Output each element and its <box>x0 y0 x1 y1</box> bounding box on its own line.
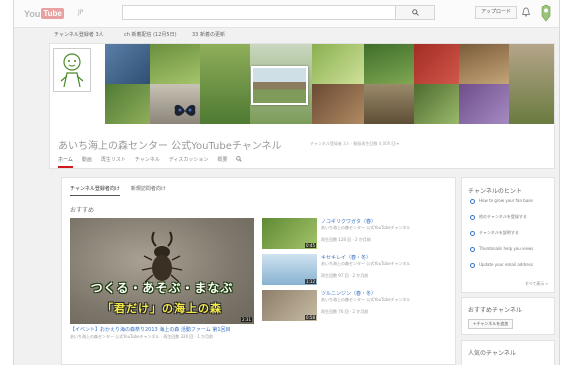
browser-frame: You Tube JP アップロード チャンネル登録者 3人 ch 新着配信 (… <box>13 0 560 365</box>
video-duration: 0:45 <box>305 243 316 248</box>
video-title[interactable]: ツルニンジン（春・冬） <box>321 290 376 297</box>
featured-channels-title: おすすめチャンネル <box>468 307 522 314</box>
tip-label: Thumbnails help you views <box>479 246 534 251</box>
video-title[interactable]: キセキレイ（春・冬） <box>321 254 371 261</box>
video-meta: 再生回数 76 回 · 2 か月前 <box>321 309 369 314</box>
section-title: おすすめ <box>70 207 95 214</box>
video-overlay-line2: 「君だけ」の海上の森 <box>102 302 222 315</box>
view-as-tabs: チャンネル登録者向け 新規訪問者向け <box>70 185 166 196</box>
upload-button[interactable]: アップロード <box>475 6 518 19</box>
notification-bell-icon[interactable] <box>521 7 531 17</box>
youtube-logo[interactable]: You Tube <box>24 8 64 19</box>
tip-circle-icon <box>470 199 475 204</box>
tip-item[interactable]: チャンネルを説明する <box>470 230 550 236</box>
tab-home[interactable]: ホーム <box>58 156 73 168</box>
tip-circle-icon <box>470 247 475 252</box>
logo-you-text: You <box>24 8 41 19</box>
tab-playlists[interactable]: 再生リスト <box>101 156 126 168</box>
popular-channels-title: 人気のチャンネル <box>468 350 516 357</box>
channel-content: チャンネル登録者向け 新規訪問者向け おすすめ つくる・あそぶ・まなぶ 「君だけ… <box>61 177 456 365</box>
channel-subscriber-info[interactable]: チャンネル登録者 3人 · 動画再生回数 4,000 回 ▾ <box>310 141 399 147</box>
tab-about[interactable]: 概要 <box>217 156 227 168</box>
tip-item[interactable]: Update your email address <box>470 262 550 268</box>
tip-label: Update your email address <box>479 262 534 267</box>
featured-video-meta: あいち海上の森センター 公式YouTubeチャンネル · 再生回数 320 回 … <box>70 334 214 339</box>
locale-label: JP <box>78 9 84 16</box>
video-thumbnail[interactable]: 1:12 <box>262 254 317 285</box>
featured-video-title[interactable]: 【イベント】おかえり海の森祭り2013 海上の森 活動ファーム 第1回目 <box>70 326 254 333</box>
tips-title: チャンネルのヒント <box>468 188 522 195</box>
video-meta: 再生回数 97 回 · 2 か月前 <box>321 273 369 278</box>
butterfly-icon <box>174 104 196 116</box>
tip-circle-icon <box>470 231 475 236</box>
account-avatar-icon[interactable] <box>539 4 553 22</box>
search-input[interactable] <box>122 5 414 20</box>
video-item[interactable]: 0:45 ノコギリクワガタ（春） あいち海上の森センター 公式YouTubeチャ… <box>262 218 452 252</box>
top-bar: You Tube JP アップロード <box>14 0 559 28</box>
video-thumbnail[interactable]: 0:45 <box>262 218 317 249</box>
video-title[interactable]: ノコギリクワガタ（春） <box>321 218 376 225</box>
channel-tips-panel: チャンネルのヒント How to grow your fan base 他のチャ… <box>461 177 555 293</box>
tab-discussion[interactable]: ディスカッション <box>169 156 209 168</box>
channel-search-icon[interactable] <box>236 156 243 162</box>
tab-videos[interactable]: 動画 <box>82 156 92 168</box>
tab-new-visitors-view[interactable]: 新規訪問者向け <box>131 185 166 196</box>
logo-tube-text: Tube <box>41 8 64 19</box>
mascot-icon <box>60 53 84 88</box>
channel-tabs: ホーム 動画 再生リスト チャンネル ディスカッション 概要 <box>58 156 243 168</box>
tip-label: 他のチャンネルを登録する <box>479 214 527 219</box>
video-meta: 再生回数 128 回 · 2 か月前 <box>321 237 371 242</box>
video-overlay-line1: つくる・あそぶ・まなぶ <box>90 281 234 295</box>
tip-label: How to grow your fan base <box>479 198 533 203</box>
video-item[interactable]: 0:58 ツルニンジン（春・冬） あいち海上の森センター 公式YouTubeチャ… <box>262 290 452 324</box>
tip-item[interactable]: Thumbnails help you views <box>470 246 550 252</box>
channel-title: あいち海上の森センター 公式YouTubeチャンネル <box>58 141 282 152</box>
tip-label: チャンネルを説明する <box>479 230 519 235</box>
video-duration: 0:58 <box>305 315 316 320</box>
video-duration: 2:31 <box>241 317 252 322</box>
guide-item-new-uploads[interactable]: ch 新着配信 (12月5日) <box>124 31 177 38</box>
stag-beetle-image <box>141 231 183 283</box>
video-description: あいち海上の森センター 公式YouTubeチャンネル <box>321 261 411 266</box>
video-thumbnail[interactable]: 0:58 <box>262 290 317 321</box>
channel-banner <box>50 44 554 124</box>
banner-photo-inset <box>251 66 308 105</box>
tip-item[interactable]: How to grow your fan base <box>470 198 550 204</box>
video-duration: 1:12 <box>305 279 316 284</box>
popular-channels-panel: 人気のチャンネル <box>461 340 555 365</box>
guide-item-subscribers[interactable]: チャンネル登録者 3人 <box>54 31 104 38</box>
tip-circle-icon <box>470 215 475 220</box>
tab-subscribers-view[interactable]: チャンネル登録者向け <box>70 185 120 196</box>
video-item[interactable]: 1:12 キセキレイ（春・冬） あいち海上の森センター 公式YouTubeチャン… <box>262 254 452 288</box>
channel-header: あいち海上の森センター 公式YouTubeチャンネル チャンネル登録者 3人 ·… <box>49 43 555 169</box>
guide-item-updates[interactable]: 33 新着の更新 <box>192 31 225 38</box>
tab-channels[interactable]: チャンネル <box>135 156 160 168</box>
video-description: あいち海上の森センター 公式YouTubeチャンネル <box>321 297 411 302</box>
tips-show-all-link[interactable]: すべて表示 » <box>525 281 548 287</box>
guide-bar: チャンネル登録者 3人 ch 新着配信 (12月5日) 33 新着の更新 <box>14 28 559 42</box>
channel-avatar[interactable] <box>53 48 91 92</box>
search-icon <box>411 9 419 16</box>
add-channel-button[interactable]: +チャンネルを追加 <box>468 319 514 329</box>
search-button[interactable] <box>395 5 435 20</box>
video-description: あいち海上の森センター 公式YouTubeチャンネル <box>321 225 411 230</box>
featured-channels-panel: おすすめチャンネル +チャンネルを追加 <box>461 297 555 335</box>
featured-video-player[interactable]: つくる・あそぶ・まなぶ 「君だけ」の海上の森 2:31 <box>70 218 254 324</box>
tip-circle-icon <box>470 263 475 268</box>
tip-item[interactable]: 他のチャンネルを登録する <box>470 214 550 220</box>
